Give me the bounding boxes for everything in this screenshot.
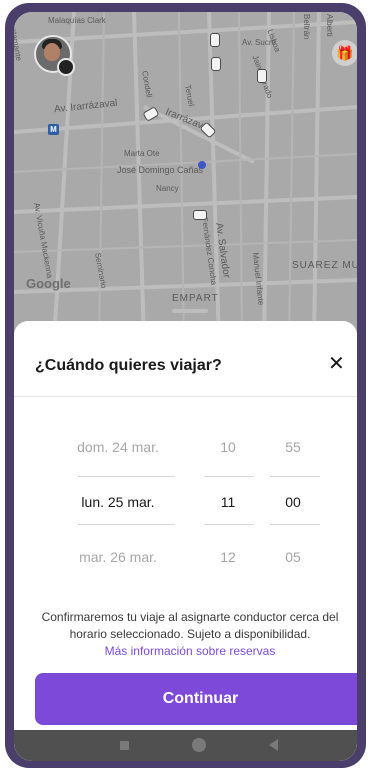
car-icon [210,33,220,47]
selection-rule [270,476,320,477]
selection-rule [270,524,320,525]
screenshot-frame: Malaquías Clark Av. Sucre Beltrán Albert… [0,0,371,771]
minute-option[interactable]: 05 [268,549,318,565]
info-line: Confirmaremos tu viaje al asignarte cond… [41,610,339,624]
google-logo: Google [26,276,71,291]
street-label: Beltrán [302,14,311,40]
car-icon [211,57,221,71]
avatar-face [44,43,60,61]
sheet-drag-handle[interactable] [172,309,208,313]
selection-rule [204,476,254,477]
close-icon[interactable]: ✕ [328,354,345,374]
metro-station-icon[interactable]: M [48,124,59,135]
recent-apps-icon[interactable] [120,741,129,750]
hour-selected[interactable]: 11 [203,494,253,510]
date-option[interactable]: mar. 26 mar. [68,549,168,565]
car-icon [193,210,207,220]
picker-row[interactable]: dom. 24 mar. 10 55 [14,439,357,469]
continue-button[interactable]: Continuar [35,673,357,725]
date-option[interactable]: dom. 24 mar. [68,439,168,455]
selection-rule [78,524,175,525]
sheet-divider [14,396,357,397]
gift-icon[interactable]: 🎁 [332,40,357,66]
avatar[interactable] [34,35,75,76]
reservation-info: Confirmaremos tu viaje al asignarte cond… [30,609,350,660]
picker-row-selected[interactable]: lun. 25 mar. 11 00 [14,494,357,524]
schedule-sheet: ¿Cuándo quieres viajar? ✕ dom. 24 mar. 1… [14,321,357,761]
selection-rule [204,524,254,525]
car-icon [257,69,267,83]
home-icon[interactable] [192,738,206,752]
hour-option[interactable]: 12 [203,549,253,565]
more-info-link[interactable]: Más información sobre reservas [30,643,350,660]
info-line: horario seleccionado. Sujeto a disponibi… [69,627,311,641]
street-label: Nancy [156,184,179,193]
picker-row[interactable]: mar. 26 mar. 12 05 [14,549,357,579]
minute-selected[interactable]: 00 [268,494,318,510]
sheet-title: ¿Cuándo quieres viajar? [35,357,222,374]
date-selected[interactable]: lun. 25 mar. [68,494,168,510]
user-location-icon [198,161,206,169]
street-label: Marta Ote [124,149,160,158]
selection-rule [78,476,175,477]
street-label: Alberti [325,14,334,37]
street-label: SUAREZ MUJICA [292,260,357,271]
map-view[interactable]: Malaquías Clark Av. Sucre Beltrán Albert… [14,12,357,342]
back-icon[interactable] [269,739,278,751]
system-nav-bar [14,730,357,761]
street-label: José Domingo Cañas [117,165,204,175]
hour-option[interactable]: 10 [203,439,253,455]
account-badge-icon [57,58,75,76]
street-label: Malaquías Clark [48,16,106,25]
minute-option[interactable]: 55 [268,439,318,455]
street-label: EMPART [172,293,219,304]
phone-frame: Malaquías Clark Av. Sucre Beltrán Albert… [5,3,366,768]
phone-screen: Malaquías Clark Av. Sucre Beltrán Albert… [14,12,357,761]
